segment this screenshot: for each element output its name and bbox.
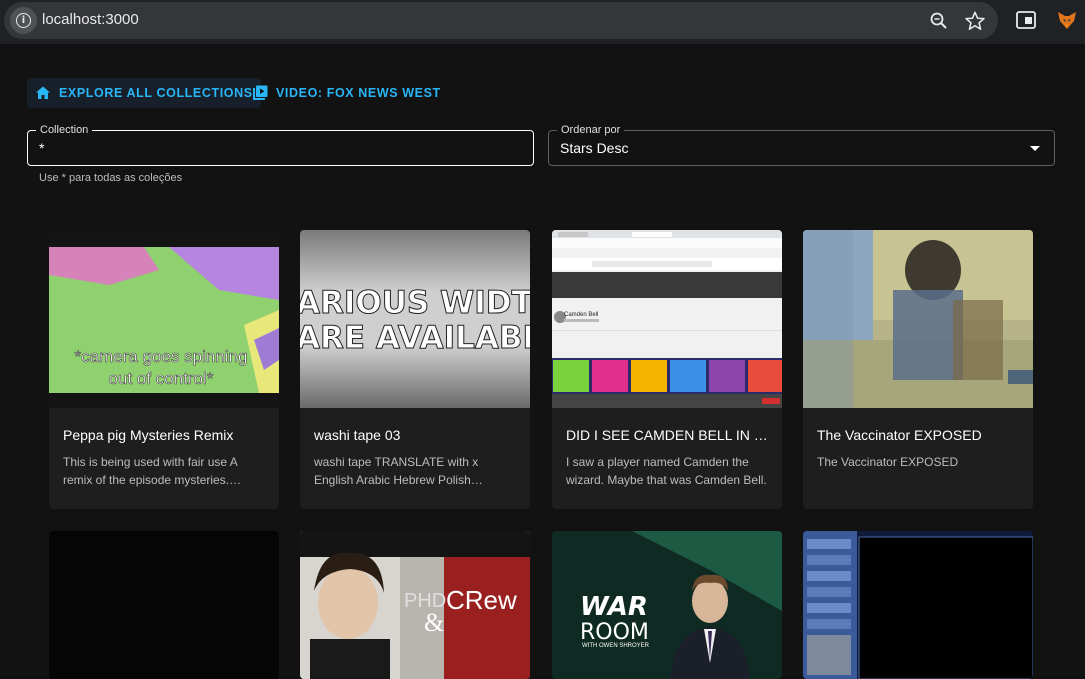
collection-label: Collection bbox=[36, 123, 93, 137]
video-thumbnail[interactable]: WAR ROOM WITH OWEN SHROYER bbox=[552, 531, 782, 679]
explore-collections-label: EXPLORE ALL COLLECTIONS bbox=[59, 86, 253, 100]
app-main: EXPLORE ALL COLLECTIONS VIDEO: FOX NEWS … bbox=[0, 44, 1085, 679]
side-panel-icon[interactable] bbox=[1016, 11, 1036, 29]
video-thumbnail[interactable]: Camden Bell bbox=[552, 230, 782, 408]
video-description: washi tape TRANSLATE with x English Arab… bbox=[314, 455, 479, 487]
dropdown-arrow-icon[interactable] bbox=[1030, 146, 1040, 151]
collection-field[interactable]: Collection * bbox=[27, 123, 534, 166]
video-thumbnail[interactable] bbox=[803, 531, 1033, 679]
url-text[interactable]: localhost:3000 bbox=[42, 11, 139, 28]
video-thumbnail[interactable] bbox=[49, 531, 279, 679]
video-card[interactable]: *camera goes spinning out of control* Pe… bbox=[49, 230, 279, 509]
svg-text:ROOM: ROOM bbox=[580, 620, 649, 645]
svg-text:WAR: WAR bbox=[580, 592, 648, 622]
video-title[interactable]: DID I SEE CAMDEN BELL IN PRODIGY? bbox=[566, 427, 772, 443]
video-card[interactable] bbox=[49, 531, 279, 679]
svg-text:Camden Bell: Camden Bell bbox=[564, 312, 598, 318]
collection-input[interactable]: * bbox=[39, 140, 44, 156]
video-card[interactable]: Camden Bell DID I SEE CAMDEN BELL IN PRO… bbox=[552, 230, 782, 509]
video-card[interactable]: PHD CRew & bbox=[300, 531, 530, 679]
video-card[interactable] bbox=[803, 531, 1033, 679]
video-button[interactable]: VIDEO: FOX NEWS WEST bbox=[244, 78, 449, 108]
svg-text:CRew: CRew bbox=[446, 585, 517, 615]
video-title[interactable]: The Vaccinator EXPOSED bbox=[817, 427, 1023, 443]
video-description: The Vaccinator EXPOSED bbox=[817, 455, 959, 469]
video-card[interactable]: The Vaccinator EXPOSED The Vaccinator EX… bbox=[803, 230, 1033, 509]
address-bar[interactable]: i localhost:3000 bbox=[4, 2, 998, 39]
order-value[interactable]: Stars Desc bbox=[560, 140, 628, 156]
extension-icon[interactable] bbox=[1056, 9, 1078, 31]
video-library-icon bbox=[253, 85, 268, 100]
browser-toolbar: i localhost:3000 bbox=[0, 0, 1085, 44]
video-title[interactable]: Peppa pig Mysteries Remix bbox=[63, 427, 269, 443]
video-card[interactable]: ARIOUS WIDTH ARE AVAILABLE washi tape 03… bbox=[300, 230, 530, 509]
video-thumbnail[interactable] bbox=[803, 230, 1033, 408]
svg-text:ARIOUS WIDTH: ARIOUS WIDTH bbox=[300, 285, 530, 321]
video-thumbnail[interactable]: ARIOUS WIDTH ARE AVAILABLE bbox=[300, 230, 530, 408]
explore-collections-button[interactable]: EXPLORE ALL COLLECTIONS bbox=[27, 78, 261, 108]
svg-text:out of control*: out of control* bbox=[109, 369, 214, 388]
svg-text:&: & bbox=[424, 608, 444, 637]
info-icon[interactable]: i bbox=[10, 7, 37, 34]
order-label: Ordenar por bbox=[557, 123, 625, 137]
video-label: VIDEO: FOX NEWS WEST bbox=[276, 86, 441, 100]
video-thumbnail[interactable]: *camera goes spinning out of control* bbox=[49, 230, 279, 408]
home-icon bbox=[36, 86, 50, 99]
svg-text:WITH OWEN SHROYER: WITH OWEN SHROYER bbox=[582, 643, 650, 649]
zoom-icon[interactable] bbox=[929, 11, 949, 31]
video-title[interactable]: washi tape 03 bbox=[314, 427, 520, 443]
video-description: This is being used with fair use A remix… bbox=[63, 455, 238, 487]
collection-helper-text: Use * para todas as coleções bbox=[39, 172, 183, 184]
video-thumbnail[interactable]: PHD CRew & bbox=[300, 531, 530, 679]
svg-text:*camera goes spinning: *camera goes spinning bbox=[75, 347, 248, 366]
video-description: I saw a player named Camden the wizard. … bbox=[566, 455, 767, 487]
video-card[interactable]: WAR ROOM WITH OWEN SHROYER bbox=[552, 531, 782, 679]
order-select[interactable]: Ordenar por Stars Desc bbox=[548, 123, 1055, 166]
star-icon[interactable] bbox=[964, 10, 986, 32]
svg-text:ARE AVAILABLE: ARE AVAILABLE bbox=[300, 320, 530, 356]
